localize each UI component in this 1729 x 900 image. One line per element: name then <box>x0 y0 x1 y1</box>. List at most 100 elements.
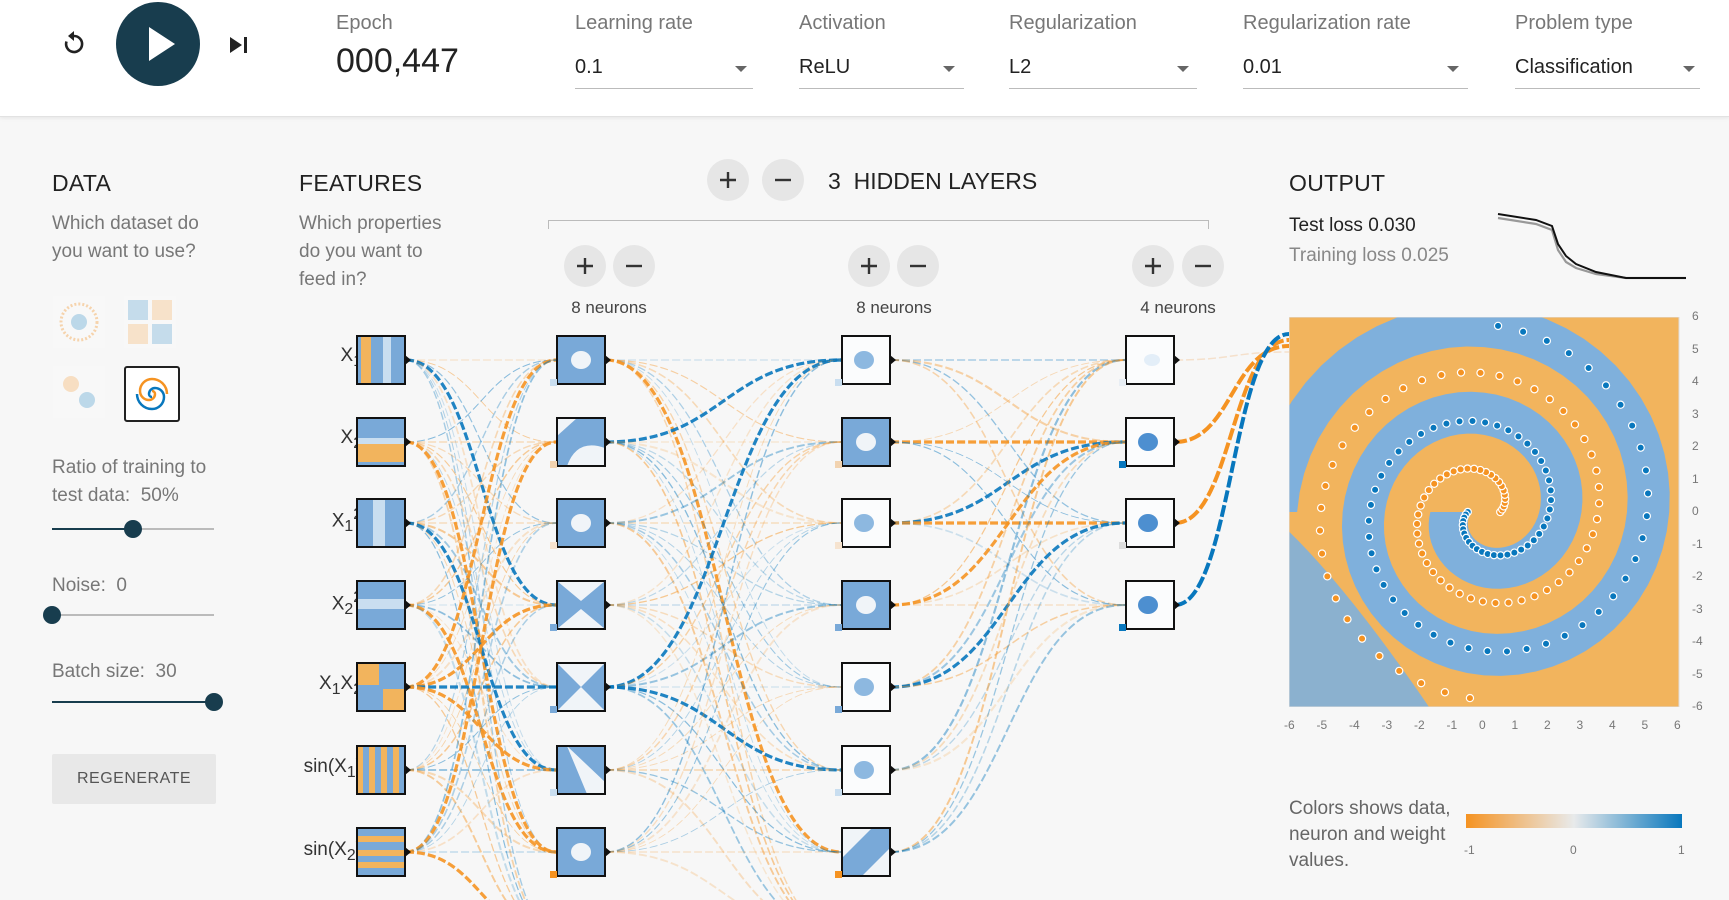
class-positive-point <box>1636 443 1645 452</box>
output-weight-link[interactable] <box>1174 338 1290 525</box>
class-negative-point <box>1491 598 1500 608</box>
input-feature-node[interactable] <box>356 662 411 712</box>
x-tick-label: -3 <box>1381 718 1393 732</box>
hidden-neuron-layer-2[interactable] <box>841 498 896 548</box>
bias-indicator <box>1119 542 1126 549</box>
weight-link[interactable] <box>405 440 557 854</box>
class-positive-point <box>1545 505 1555 514</box>
class-negative-point <box>1424 485 1433 495</box>
hidden-neuron-layer-1[interactable] <box>556 745 611 795</box>
bias-indicator <box>550 706 557 713</box>
output-weight-link[interactable] <box>1174 332 1290 607</box>
class-negative-point <box>1592 466 1601 475</box>
y-tick-label: -5 <box>1692 666 1703 681</box>
hidden-neuron-layer-3[interactable] <box>1125 580 1180 630</box>
class-positive-point <box>1530 447 1540 457</box>
class-positive-point <box>1496 551 1505 560</box>
class-positive-point <box>1543 514 1552 523</box>
class-positive-point <box>1546 486 1555 495</box>
class-positive-point <box>1544 476 1554 485</box>
bias-indicator <box>835 789 842 796</box>
color-legend-text: Colors shows data, neuron and weight val… <box>1289 798 1451 871</box>
hidden-neuron-layer-1[interactable] <box>556 498 611 548</box>
weight-link[interactable] <box>890 358 1126 772</box>
bias-indicator <box>550 542 557 549</box>
x-tick-label: 0 <box>1479 718 1486 732</box>
input-feature-node[interactable] <box>356 335 411 385</box>
weight-link[interactable] <box>405 686 557 771</box>
output-weight-link[interactable] <box>1174 351 1290 361</box>
input-feature-node[interactable] <box>356 580 411 630</box>
class-negative-point <box>1594 499 1604 508</box>
x-tick-label: 4 <box>1609 718 1616 732</box>
weight-link[interactable] <box>605 604 842 853</box>
class-positive-point <box>1518 327 1528 336</box>
class-negative-point <box>1442 470 1452 479</box>
class-negative-point <box>1456 465 1465 474</box>
weight-link[interactable] <box>605 769 842 853</box>
class-negative-point <box>1436 474 1445 483</box>
training-loss-line <box>1497 216 1686 280</box>
hidden-neuron-layer-1[interactable] <box>556 335 611 385</box>
training-loss: Training loss 0.025 <box>1289 245 1449 266</box>
class-negative-point <box>1357 634 1367 643</box>
bias-indicator <box>550 461 557 468</box>
class-positive-point <box>1367 549 1376 558</box>
input-feature-node[interactable] <box>356 417 411 467</box>
weight-link[interactable] <box>405 441 556 900</box>
weight-link[interactable] <box>405 359 557 771</box>
weight-link[interactable] <box>605 686 841 900</box>
weight-link[interactable] <box>605 851 841 900</box>
class-negative-point <box>1445 583 1454 592</box>
hidden-neuron-layer-1[interactable] <box>556 662 611 712</box>
hidden-neuron-layer-3[interactable] <box>1125 498 1180 548</box>
input-feature-node[interactable] <box>356 498 411 548</box>
class-negative-point <box>1417 549 1427 558</box>
y-tick-label: 2 <box>1692 439 1699 453</box>
weight-link[interactable] <box>605 441 842 771</box>
weight-link[interactable] <box>890 441 1126 771</box>
hidden-neuron-layer-3[interactable] <box>1125 335 1180 385</box>
weight-link[interactable] <box>605 359 842 771</box>
class-positive-point <box>1616 400 1625 409</box>
bias-indicator <box>550 624 557 631</box>
weight-link[interactable] <box>605 441 841 900</box>
class-positive-point <box>1523 439 1532 448</box>
hidden-neuron-layer-2[interactable] <box>841 662 896 712</box>
hidden-neuron-layer-1[interactable] <box>556 827 611 877</box>
hidden-neuron-layer-3[interactable] <box>1125 417 1180 467</box>
bias-indicator <box>550 789 557 796</box>
class-positive-point <box>1608 592 1618 601</box>
class-positive-point <box>1446 638 1455 647</box>
weight-link[interactable] <box>605 441 842 853</box>
hidden-neuron-layer-2[interactable] <box>841 417 896 467</box>
class-negative-point <box>1530 592 1539 601</box>
weight-link[interactable] <box>890 522 1126 853</box>
weight-link[interactable] <box>890 441 1126 853</box>
class-negative-point <box>1328 460 1337 470</box>
weight-link[interactable] <box>405 850 556 900</box>
legend-tick-min: -1 <box>1464 843 1475 857</box>
input-feature-node[interactable] <box>356 827 411 877</box>
weight-link[interactable] <box>605 522 842 853</box>
class-positive-point <box>1503 550 1512 559</box>
weight-link[interactable] <box>405 359 557 853</box>
hidden-neuron-layer-2[interactable] <box>841 580 896 630</box>
input-feature-node[interactable] <box>356 745 411 795</box>
bias-indicator <box>835 871 842 878</box>
weight-link[interactable] <box>405 686 556 900</box>
class-negative-point <box>1317 549 1327 558</box>
class-negative-point <box>1588 529 1598 539</box>
hidden-neuron-layer-1[interactable] <box>556 417 611 467</box>
class-positive-point <box>1372 565 1381 574</box>
hidden-neuron-layer-2[interactable] <box>841 745 896 795</box>
weight-link[interactable] <box>890 604 1126 853</box>
class-negative-point <box>1554 577 1563 587</box>
hidden-neuron-layer-1[interactable] <box>556 580 611 630</box>
bias-indicator <box>550 379 557 386</box>
weight-link[interactable] <box>605 358 842 689</box>
class-positive-point <box>1414 620 1423 629</box>
hidden-neuron-layer-2[interactable] <box>841 827 896 877</box>
hidden-neuron-layer-2[interactable] <box>841 335 896 385</box>
weight-link[interactable] <box>605 359 842 606</box>
